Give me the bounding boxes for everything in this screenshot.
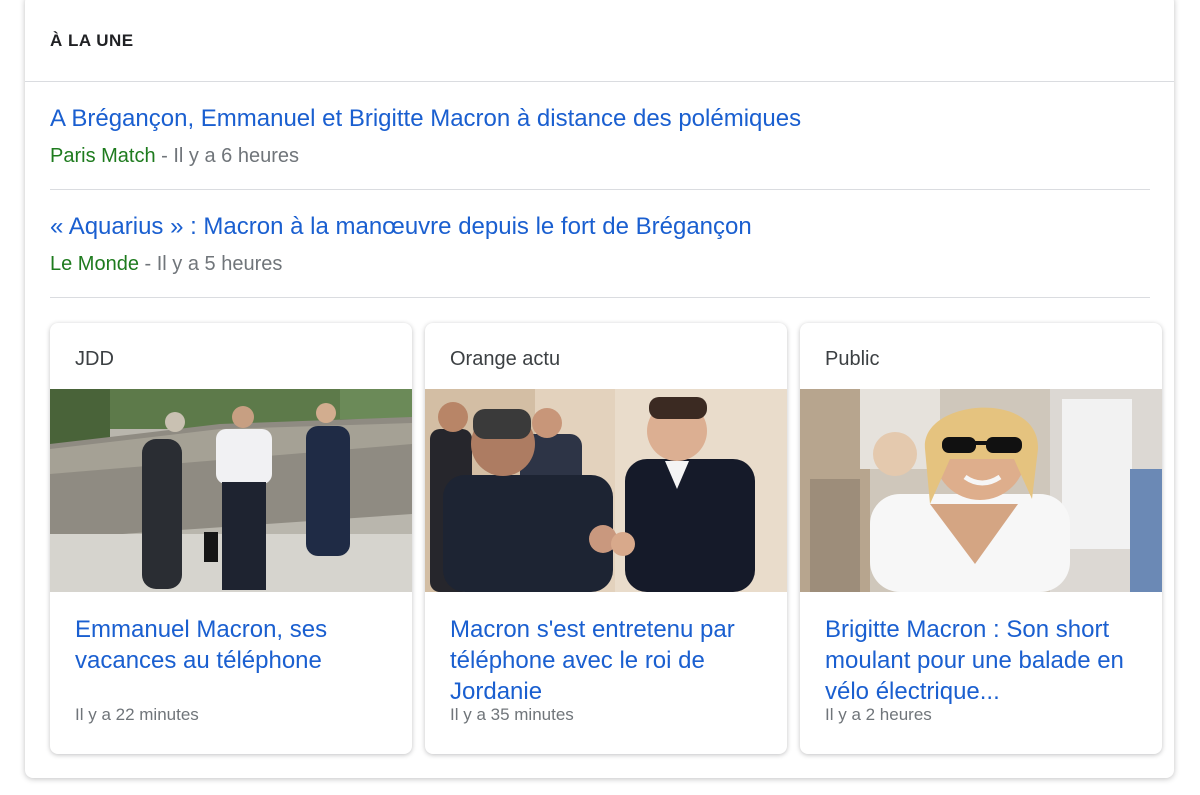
news-card[interactable]: Orange actu Macron s'est entretenu par t… <box>425 323 787 754</box>
story-meta: Paris Match - Il y a 6 heures <box>50 145 1150 168</box>
top-stories-panel: À LA UNE A Brégançon, Emmanuel et Brigit… <box>25 0 1174 778</box>
story-divider <box>50 189 1150 190</box>
card-source: JDD <box>75 348 114 370</box>
news-card[interactable]: Public Brigitte Macron : Son short moula… <box>800 323 1162 754</box>
card-headline-link[interactable]: Emmanuel Macron, ses vacances au télépho… <box>75 614 395 676</box>
story-divider <box>50 297 1150 298</box>
card-thumbnail-image[interactable] <box>425 389 787 592</box>
card-time: Il y a 22 minutes <box>75 705 199 724</box>
card-thumbnail-image[interactable] <box>800 389 1162 592</box>
story-item: « Aquarius » : Macron à la manœuvre depu… <box>50 213 1150 276</box>
story-item: A Brégançon, Emmanuel et Brigitte Macron… <box>50 105 1150 168</box>
story-title-link[interactable]: A Brégançon, Emmanuel et Brigitte Macron… <box>50 105 1150 133</box>
panel-header: À LA UNE <box>25 0 1174 82</box>
card-headline-link[interactable]: Macron s'est entretenu par téléphone ave… <box>450 614 770 707</box>
news-card[interactable]: JDD Emmanuel Macron, ses vacances au tél… <box>50 323 412 754</box>
story-time: Il y a 5 heures <box>156 253 283 275</box>
card-thumbnail-image[interactable] <box>50 389 412 592</box>
card-source: Public <box>825 348 880 370</box>
card-time: Il y a 35 minutes <box>450 705 574 724</box>
story-source: Paris Match <box>50 145 156 167</box>
section-title: À LA UNE <box>50 31 134 50</box>
story-meta: Le Monde - Il y a 5 heures <box>50 253 1150 276</box>
card-headline-link[interactable]: Brigitte Macron : Son short moulant pour… <box>825 614 1145 707</box>
meta-separator: - <box>138 253 157 275</box>
story-title-link[interactable]: « Aquarius » : Macron à la manœuvre depu… <box>50 213 1150 241</box>
story-source: Le Monde <box>50 253 139 275</box>
card-source: Orange actu <box>450 348 561 370</box>
story-time: Il y a 6 heures <box>173 145 299 167</box>
card-time: Il y a 2 heures <box>825 705 932 724</box>
meta-separator: - <box>155 145 174 167</box>
